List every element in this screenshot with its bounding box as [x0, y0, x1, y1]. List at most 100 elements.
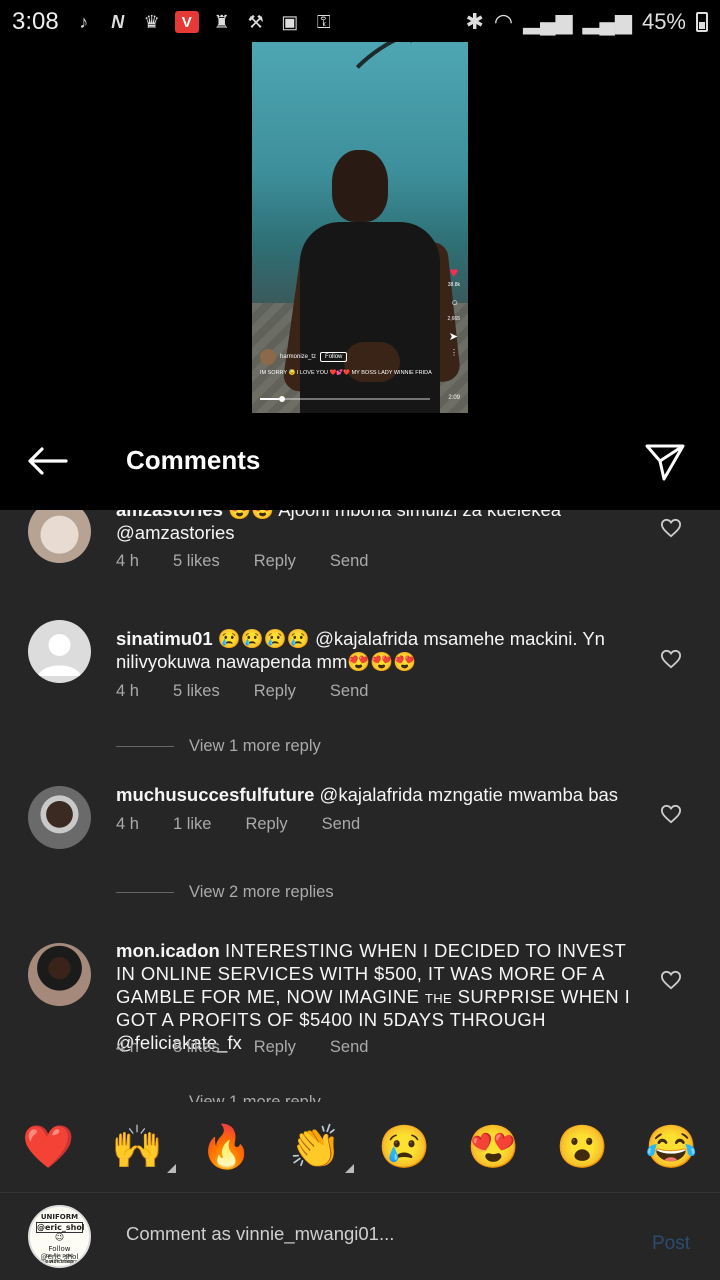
tools-notification-icon: ⚒	[247, 11, 264, 32]
emoji-heart-eyes-button[interactable]: 😍	[464, 1117, 524, 1177]
comment-meta: 4 h 8 likes Reply Send	[116, 1038, 402, 1057]
comment-text: sinatimu01 😢😢😢😢 @kajalafrida msamehe mac…	[116, 627, 636, 673]
comment-input[interactable]	[126, 1223, 626, 1245]
skin-tone-indicator	[166, 1164, 176, 1173]
comment-username[interactable]: amzastories	[116, 510, 223, 520]
video-like-count: 38.8k	[447, 282, 460, 288]
comment-likes[interactable]: 5 likes	[173, 682, 220, 701]
heart-icon[interactable]	[660, 518, 682, 538]
emoji-raising-hands-button[interactable]: 🙌	[108, 1117, 176, 1177]
emoji-surprised-button[interactable]: 😮	[553, 1117, 613, 1177]
comment-time: 4 h	[116, 552, 139, 570]
comment-likes[interactable]: 1 like	[173, 815, 212, 834]
emoji-raising-hands-glyph: 🙌	[111, 1123, 164, 1170]
view-replies-label[interactable]: View 2 more replies	[189, 883, 334, 902]
avatar[interactable]	[28, 620, 91, 683]
video-progress-bar[interactable]	[260, 396, 430, 402]
video-preview[interactable]: ♥ 38.8k ○ 2,665 ➤ ⋮ harmonize_tz Follow …	[252, 42, 468, 413]
tiktok-notification-icon: ♪	[79, 11, 89, 32]
avatar-text: @eric_shol	[36, 1222, 85, 1233]
video-follow-button[interactable]: Follow	[320, 352, 348, 362]
video-username[interactable]: harmonize_tz	[280, 354, 316, 360]
video-user[interactable]: harmonize_tz Follow	[260, 349, 348, 365]
avatar-emoji: 😉	[54, 1233, 65, 1243]
divider	[116, 746, 174, 747]
post-button[interactable]: Post	[652, 1233, 690, 1255]
status-time: 3:08	[12, 8, 59, 35]
emoji-clapping-button[interactable]: 👏	[286, 1117, 354, 1177]
emoji-crying-button[interactable]: 😢	[375, 1117, 435, 1177]
emoji-heart-button[interactable]: ❤️	[19, 1117, 79, 1177]
video-more-icon[interactable]: ⋮	[450, 348, 458, 357]
comment-text: muchusuccesfulfuture @kajalafrida mzngat…	[116, 783, 636, 806]
comment-username[interactable]: mon.icadon	[116, 940, 220, 961]
video-overlay: ♥ 38.8k ○ 2,665 ➤ ⋮ harmonize_tz Follow …	[252, 42, 468, 413]
comments-header: Comments	[0, 413, 720, 510]
send-button[interactable]: Send	[330, 682, 369, 701]
video-like-icon[interactable]: ♥	[450, 264, 458, 280]
comment-time: 4 h	[116, 682, 139, 700]
reply-button[interactable]: Reply	[254, 682, 296, 701]
comment-username[interactable]: sinatimu01	[116, 628, 213, 649]
comment-username[interactable]: muchusuccesfulfuture	[116, 784, 314, 805]
video-comment-icon[interactable]: ○	[451, 297, 458, 309]
comment-meta: 4 h 5 likes Reply Send	[116, 552, 402, 571]
comment-body: mzngatie mwamba bas	[422, 784, 619, 805]
heart-icon[interactable]	[660, 804, 682, 824]
view-replies-label[interactable]: View 1 more reply	[189, 737, 321, 756]
send-button[interactable]: Send	[330, 1038, 369, 1057]
comment-text: amzastories 😍😍 Ajooni mbona simulizi za …	[116, 510, 636, 544]
send-button[interactable]: Send	[322, 815, 361, 834]
avatar[interactable]	[28, 943, 91, 1006]
signal-icon-2: ▂▄▆	[582, 9, 632, 34]
comment-likes[interactable]: 8 likes	[173, 1038, 220, 1057]
netflix-notification-icon: N	[111, 11, 125, 32]
reply-button[interactable]: Reply	[254, 552, 296, 571]
page-title: Comments	[126, 445, 261, 475]
view-replies-button[interactable]: View 1 more reply	[116, 737, 321, 756]
video-duration: 2:09	[448, 395, 460, 401]
heart-icon[interactable]	[660, 970, 682, 990]
comments-list[interactable]: amzastories 😍😍 Ajooni mbona simulizi za …	[0, 510, 720, 1102]
bluetooth-icon: ✱	[465, 9, 484, 34]
vodacom-notification-icon: V	[174, 11, 199, 33]
send-button[interactable]: Send	[330, 552, 369, 571]
comment-meta: 4 h 1 like Reply Send	[116, 815, 394, 834]
emoji-laughing-button[interactable]: 😂	[642, 1117, 702, 1177]
comment-mention[interactable]: @amzastories	[116, 522, 235, 543]
comment-emojis: 😢😢😢😢	[217, 628, 310, 649]
video-caption: IM SORRY 😓 I LOVE YOU ❤️💕❤️ MY BOSS LADY…	[260, 370, 432, 376]
back-arrow-icon	[28, 447, 68, 475]
video-comment-count: 2,665	[447, 316, 460, 322]
comment-time: 4 h	[116, 815, 139, 833]
reply-button[interactable]: Reply	[254, 1038, 296, 1057]
emoji-fire-button[interactable]: 🔥	[197, 1117, 257, 1177]
view-replies-button[interactable]: View 1 more reply	[116, 1093, 321, 1102]
app-notification-icon: ♜	[213, 11, 230, 32]
video-progress-handle[interactable]	[279, 396, 286, 402]
wifi-icon: ◠	[493, 9, 514, 34]
my-avatar[interactable]: UNIFORM @eric_shol 😉 Follow @eric_shol o…	[28, 1205, 91, 1268]
comment-mention[interactable]: @kajalafrida	[320, 784, 423, 805]
emoji-quick-bar: ❤️ 🙌 🔥 👏 😢 😍 😮 😂	[0, 1102, 720, 1192]
video-user-avatar[interactable]	[260, 349, 276, 365]
avatar-text: You won't regret	[39, 1259, 80, 1265]
comment-text: mon.icadon INTERESTING WHEN I DECIDED TO…	[116, 939, 636, 1054]
skin-tone-indicator	[344, 1164, 354, 1173]
avatar[interactable]	[28, 510, 91, 563]
avatar[interactable]	[28, 786, 91, 849]
gallery-notification-icon: ▣	[281, 11, 299, 32]
status-bar: 3:08 ♪ N ♛ V ♜ ⚒ ▣ ⚿ ✱ ◠ ▂▄▆ ▂▄▆ 45%	[0, 0, 720, 44]
comment-likes[interactable]: 5 likes	[173, 552, 220, 571]
comment-mention[interactable]: @kajalafrida	[315, 628, 418, 649]
view-replies-button[interactable]: View 2 more replies	[116, 883, 334, 902]
view-replies-label[interactable]: View 1 more reply	[189, 1093, 321, 1102]
comment-input-bar: UNIFORM @eric_shol 😉 Follow @eric_shol o…	[0, 1192, 720, 1280]
divider	[116, 892, 174, 893]
back-button[interactable]	[26, 443, 72, 479]
heart-icon[interactable]	[660, 649, 682, 669]
reply-button[interactable]: Reply	[245, 815, 287, 834]
battery-percent: 45%	[641, 9, 686, 34]
video-share-icon[interactable]: ➤	[449, 330, 458, 343]
share-button[interactable]	[644, 441, 686, 483]
